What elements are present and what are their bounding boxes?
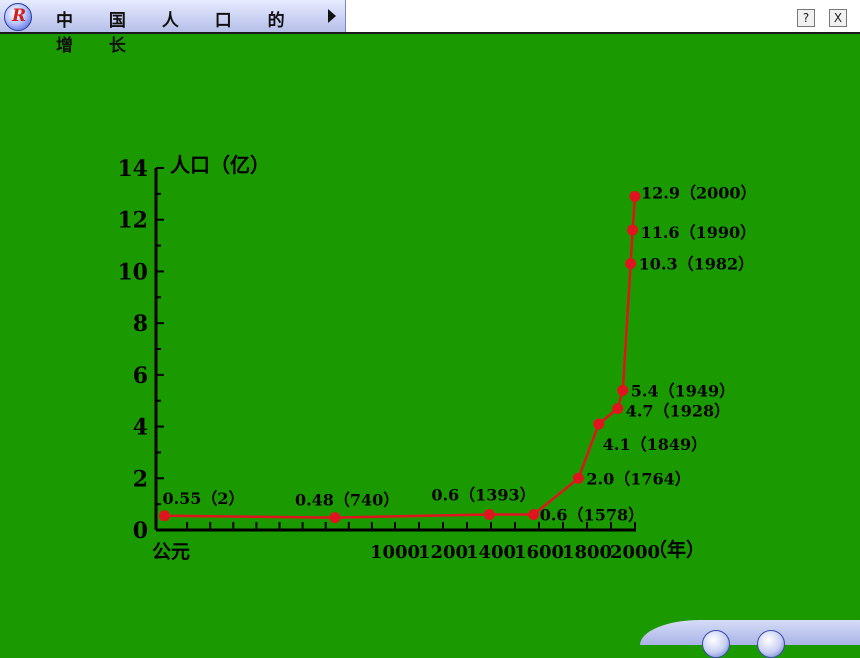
series-path (164, 196, 637, 519)
close-button[interactable]: X (829, 9, 847, 27)
y-tick-label: 6 (133, 363, 148, 389)
data-point (329, 512, 341, 524)
data-point (528, 508, 540, 520)
data-label: 2.0（1764） (586, 469, 690, 488)
data-point (629, 190, 641, 202)
data-points (158, 190, 641, 524)
app-logo-icon: R (4, 3, 32, 31)
data-point (627, 224, 639, 236)
x-origin-label: 公元 (152, 541, 190, 563)
data-point (625, 258, 637, 270)
data-point (593, 418, 605, 430)
data-label: 0.6（1578） (540, 505, 644, 524)
y-tick-label: 4 (133, 415, 148, 441)
data-point (612, 402, 624, 414)
data-label: 11.6（1990） (641, 223, 757, 242)
chart-axes (154, 167, 636, 532)
y-tick-label: 10 (117, 259, 148, 285)
x-axis-label: （年） (648, 538, 705, 561)
y-tick-label: 14 (117, 156, 148, 182)
logo-letter: R (12, 6, 27, 26)
x-tick-label: 1000 (370, 542, 420, 563)
y-tick-label: 0 (133, 518, 148, 544)
y-tick-label: 12 (117, 208, 148, 234)
data-labels: 0.55（2） 0.48（740） 0.6（1393） 0.6（1578） 2.0（17… (162, 183, 756, 524)
data-label: 4.1（1849） (603, 435, 707, 454)
data-point (572, 472, 584, 484)
data-point (617, 384, 629, 396)
title-tab: R 中 国 人 口 的 增 长 (0, 0, 346, 56)
series-line (164, 196, 637, 519)
data-label: 0.55（2） (162, 489, 244, 508)
title-bar: R 中 国 人 口 的 增 长 ? X (0, 0, 860, 56)
play-button[interactable] (702, 630, 730, 658)
play-triangle-icon[interactable] (328, 9, 336, 23)
help-button[interactable]: ? (797, 9, 815, 27)
y-axis-label: 人口（亿） (170, 153, 270, 177)
y-tick-label: 8 (133, 311, 148, 337)
data-point (483, 508, 495, 520)
data-point (158, 510, 170, 522)
data-label: 10.3（1982） (639, 255, 755, 274)
data-label: 12.9（2000） (641, 183, 757, 202)
population-chart: 02468101214100012001400160018002000公元 （年）… (117, 153, 756, 563)
bottom-toolbar (640, 620, 860, 645)
stop-button[interactable] (757, 630, 785, 658)
data-label: 4.7（1928） (626, 401, 730, 420)
x-tick-label: 1400 (466, 542, 516, 563)
x-tick-label: 1800 (562, 542, 612, 563)
x-tick-label: 1200 (418, 542, 468, 563)
data-label: 5.4（1949） (631, 381, 735, 400)
data-label: 0.6（1393） (431, 485, 535, 504)
y-tick-label: 2 (133, 466, 148, 492)
data-label: 0.48（740） (295, 491, 399, 510)
x-tick-label: 1600 (514, 542, 564, 563)
